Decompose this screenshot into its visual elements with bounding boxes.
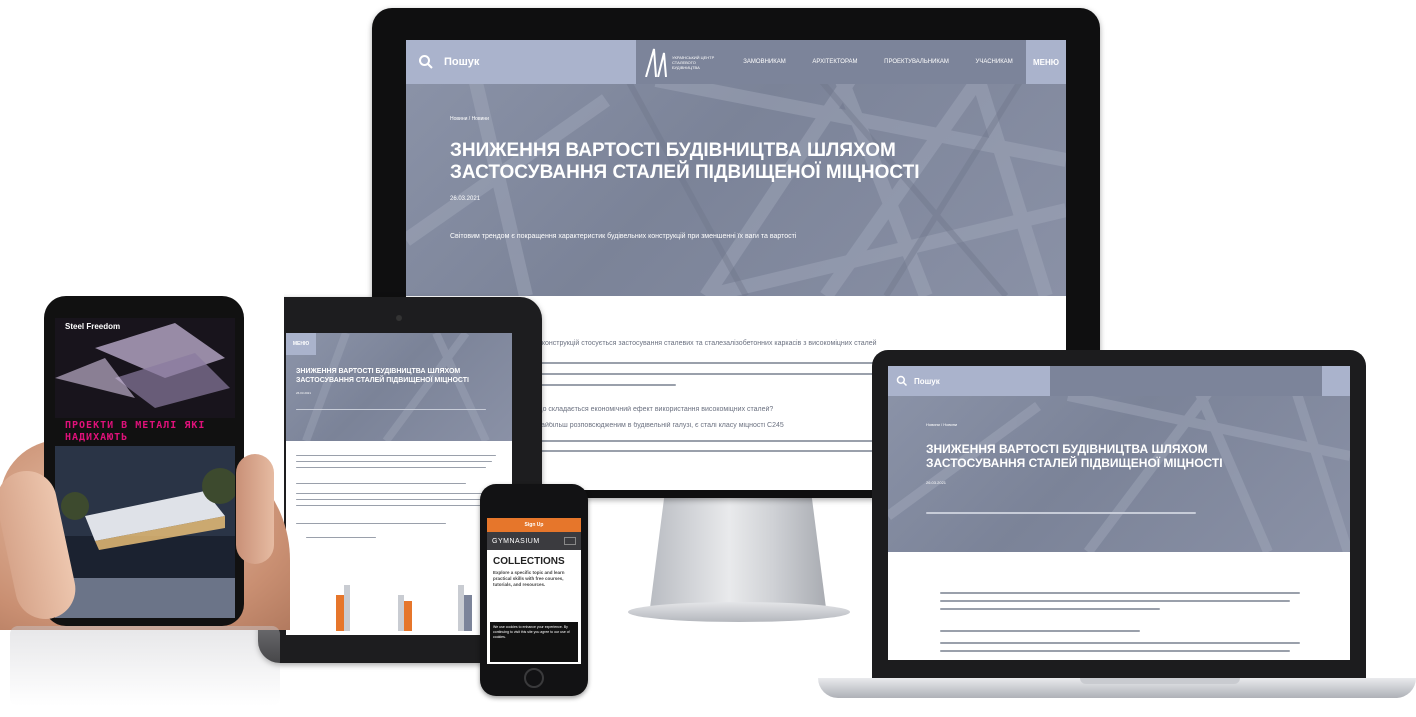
laptop-screen: Пошук Новини / Новини ЗНИЖЕННЯ ВАРТОСТІ … [888,366,1350,660]
android-next-card [55,578,235,618]
imac-base [628,602,850,622]
tablet-camera [396,315,402,321]
cookie-banner: We use cookies to enhance your experienc… [490,622,578,662]
breadcrumb[interactable]: Новини / Новини [450,116,489,122]
laptop-page-title: ЗНИЖЕННЯ ВАРТОСТІ БУДІВНИЦТВА ШЛЯХОМ ЗАС… [926,442,1223,470]
android-screen: Steel Freedom ПРОЕКТИ В МЕТАЛІ ЯКІ НАДИХ… [55,318,235,618]
cookie-text: We use cookies to enhance your experienc… [493,625,570,639]
phone-screen: Sign Up GYMNASIUM COLLECTIONS Explore a … [487,518,581,664]
menu-label: МЕНЮ [1032,57,1060,67]
search-bar[interactable]: Пошук [406,40,636,84]
laptop-nav [1050,366,1322,396]
site-header: Пошук УКРАЇНСЬКИЙ ЦЕНТР СТАЛЕВОГО БУДІВН… [406,40,1066,84]
nav-item-members[interactable]: УЧАСНИКАМ [976,59,1013,65]
tablet-date: 26.03.2021 [296,391,312,395]
nav-item-architects[interactable]: АРХІТЕКТОРАМ [812,59,857,65]
imac-stand [650,498,826,608]
signup-banner[interactable]: Sign Up [487,518,581,532]
body-paragraph-1: ...конструкцій стосується застосування с… [536,340,877,347]
logo-text: УКРАЇНСЬКИЙ ЦЕНТР СТАЛЕВОГО БУДІВНИЦТВА [672,54,715,70]
site-logo[interactable]: УКРАЇНСЬКИЙ ЦЕНТР СТАЛЕВОГО БУДІВНИЦТВА [636,40,730,84]
tablet-menu-label: МЕНЮ [292,341,310,347]
laptop-breadcrumb[interactable]: Новини / Новини [926,422,957,427]
collections-section: COLLECTIONS Explore a specific topic and… [487,550,581,588]
tablet-menu-button[interactable]: МЕНЮ [286,333,316,355]
laptop-search-icon [896,375,908,387]
collections-text: Explore a specific topic and learn pract… [493,570,565,587]
search-label: Пошук [444,56,480,68]
chart-bar [404,601,412,631]
menu-button[interactable]: МЕНЮ [1026,40,1066,84]
logo-icon [645,48,667,77]
building-image [55,446,235,578]
main-nav: ЗАМОВНИКАМ АРХІТЕКТОРАМ ПРОЕКТУВАЛЬНИКАМ… [730,40,1026,84]
sculpture-image [55,318,235,418]
page-title: ЗНИЖЕННЯ ВАРТОСТІ БУДІВНИЦТВА ШЛЯХОМ ЗАС… [450,140,920,183]
tablet-hero [286,333,512,441]
finger [236,454,274,564]
nav-item-customers[interactable]: ЗАМОВНИКАМ [743,59,785,65]
laptop-search-bar[interactable]: Пошук [888,366,1050,396]
collections-heading: COLLECTIONS [493,556,565,567]
phone-home-button[interactable] [524,668,544,688]
lead-text: Світовим трендом є покращення характерис… [450,233,797,240]
laptop-search-label: Пошук [914,376,940,386]
search-icon [419,55,433,69]
gym-brand[interactable]: GYMNASIUM [492,538,540,545]
chart-bar [464,595,472,631]
chart-bar [344,585,350,631]
gym-header: GYMNASIUM [487,532,581,550]
laptop-notch [1080,678,1240,684]
laptop-header: Пошук [888,366,1350,396]
chart-bar [336,595,344,631]
laptop-menu-button[interactable] [1322,366,1350,396]
tablet-page-title: ЗНИЖЕННЯ ВАРТОСТІ БУДІВНИЦТВА ШЛЯХОМ ЗАС… [296,368,469,384]
hamburger-icon[interactable] [564,537,576,545]
signup-label: Sign Up [524,522,544,528]
tablet-screen: МЕНЮ ЗНИЖЕННЯ ВАРТОСТІ БУДІВНИЦТВА ШЛЯХО… [286,333,512,635]
publish-date: 26.03.2021 [450,196,481,202]
tablet-hero-texture [302,333,490,441]
android-headline: ПРОЕКТИ В МЕТАЛІ ЯКІ НАДИХАЮТЬ [65,420,206,443]
reflection [10,626,280,706]
nav-item-designers[interactable]: ПРОЕКТУВАЛЬНИКАМ [884,59,949,65]
laptop-date: 26.03.2021 [926,480,947,485]
android-brand[interactable]: Steel Freedom [65,322,125,331]
